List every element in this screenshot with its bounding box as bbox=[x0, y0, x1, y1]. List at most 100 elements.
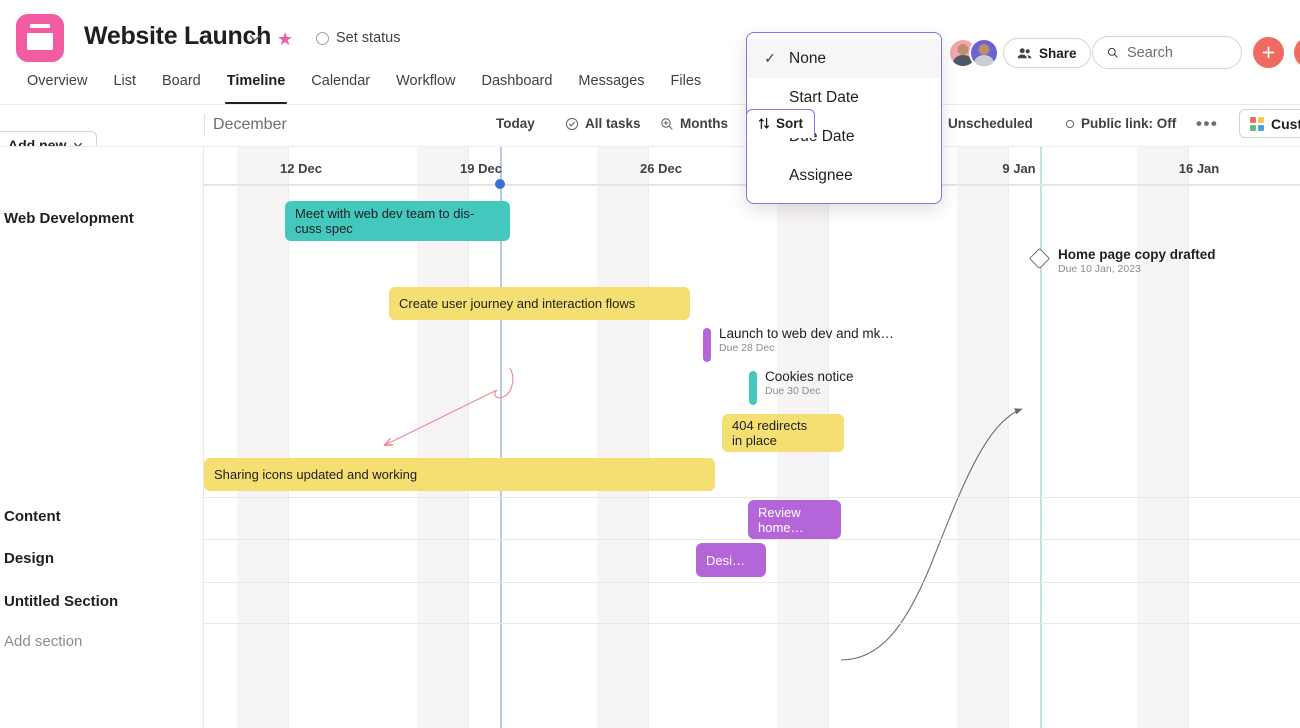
week-gridline bbox=[1188, 147, 1189, 728]
day-column bbox=[854, 147, 880, 728]
task-bar-label-line2: cuss spec bbox=[295, 221, 500, 236]
day-column bbox=[1240, 147, 1266, 728]
section-label-untitled-section[interactable]: Untitled Section bbox=[4, 593, 118, 610]
tab-list[interactable]: List bbox=[100, 72, 149, 102]
tab-dashboard[interactable]: Dashboard bbox=[468, 72, 565, 102]
day-column bbox=[905, 147, 931, 728]
date-tick-label: 9 Jan bbox=[1002, 161, 1035, 176]
tab-overview[interactable]: Overview bbox=[14, 72, 100, 102]
tab-timeline[interactable]: Timeline bbox=[214, 72, 299, 102]
milestone-line bbox=[1040, 147, 1042, 728]
task-stub[interactable]: Cookies noticeDue 30 Dec bbox=[749, 371, 757, 405]
day-column bbox=[957, 147, 983, 728]
milestone-name: Home page copy drafted bbox=[1058, 247, 1216, 263]
date-tick-label: 16 Jan bbox=[1179, 161, 1219, 176]
date-tick-label: 19 Dec bbox=[460, 161, 502, 176]
day-column bbox=[1034, 147, 1060, 728]
task-bar[interactable]: Create user journey and interaction flow… bbox=[389, 287, 690, 320]
check-circle-icon bbox=[565, 117, 579, 131]
star-icon[interactable]: ★ bbox=[277, 30, 293, 48]
day-column bbox=[1214, 147, 1240, 728]
day-column bbox=[880, 147, 906, 728]
task-due-date: Due 30 Dec bbox=[765, 385, 854, 398]
tab-messages[interactable]: Messages bbox=[565, 72, 657, 102]
all-tasks-label: All tasks bbox=[585, 116, 641, 131]
public-link-label: Public link: Off bbox=[1081, 116, 1176, 131]
task-bar[interactable]: Reviewhome… bbox=[748, 500, 841, 539]
timeline-toolbar: Add new December Today All tasks bbox=[0, 105, 1300, 146]
status-ring-icon bbox=[316, 32, 329, 45]
day-column bbox=[674, 147, 700, 728]
day-column bbox=[1162, 147, 1188, 728]
avatar-group bbox=[948, 38, 999, 68]
task-bar[interactable]: Desi… bbox=[696, 543, 766, 577]
day-column bbox=[982, 147, 1008, 728]
customize-label: Customize bbox=[1271, 116, 1300, 132]
timeline-grid bbox=[0, 147, 1300, 728]
task-name: Launch to web dev and mk… bbox=[719, 326, 894, 342]
task-bar[interactable]: 404 redirectsin place bbox=[722, 414, 844, 452]
search-box[interactable] bbox=[1092, 36, 1242, 69]
tab-board[interactable]: Board bbox=[149, 72, 214, 102]
day-column bbox=[1137, 147, 1163, 728]
month-label: December bbox=[213, 116, 287, 134]
task-stub-cap bbox=[749, 371, 757, 405]
months-label: Months bbox=[680, 116, 728, 131]
task-bar-label: Meet with web dev team to dis- bbox=[295, 206, 500, 221]
chevron-down-icon[interactable] bbox=[247, 30, 263, 46]
customize-button[interactable]: Customize bbox=[1239, 109, 1300, 138]
task-stub[interactable]: Launch to web dev and mk…Due 28 Dec bbox=[703, 328, 711, 362]
section-label-web-development[interactable]: Web Development bbox=[4, 210, 134, 227]
add-button[interactable] bbox=[1253, 37, 1284, 68]
unscheduled-button[interactable]: Unscheduled bbox=[948, 116, 1033, 131]
tab-workflow[interactable]: Workflow bbox=[383, 72, 468, 102]
day-column bbox=[1008, 147, 1034, 728]
date-tick-label: 26 Dec bbox=[640, 161, 682, 176]
day-column bbox=[211, 147, 237, 728]
task-due-date: Due 28 Dec bbox=[719, 342, 894, 355]
day-column bbox=[1265, 147, 1291, 728]
tab-calendar[interactable]: Calendar bbox=[298, 72, 383, 102]
set-status-button[interactable]: Set status bbox=[316, 30, 400, 46]
day-column bbox=[1291, 147, 1300, 728]
task-bar-label: Create user journey and interaction flow… bbox=[399, 296, 680, 311]
secondary-add-button[interactable] bbox=[1294, 37, 1300, 68]
share-label: Share bbox=[1039, 46, 1077, 61]
sort-option-none[interactable]: ✓None bbox=[747, 39, 941, 78]
circle-icon bbox=[1065, 119, 1075, 129]
today-button[interactable]: Today bbox=[496, 116, 535, 131]
task-name: Cookies notice bbox=[765, 369, 854, 385]
search-input[interactable] bbox=[1127, 45, 1227, 61]
months-zoom-button[interactable]: Months bbox=[660, 116, 728, 131]
sort-option-assignee[interactable]: Assignee bbox=[747, 156, 941, 195]
task-stub-label: Cookies noticeDue 30 Dec bbox=[765, 369, 854, 398]
more-options-button[interactable]: ••• bbox=[1196, 118, 1218, 130]
plus-icon bbox=[1262, 46, 1275, 59]
unscheduled-label: Unscheduled bbox=[948, 116, 1033, 131]
avatar[interactable] bbox=[969, 38, 999, 68]
day-column bbox=[1111, 147, 1137, 728]
section-label-add-section[interactable]: Add section bbox=[4, 633, 82, 650]
public-link-button[interactable]: Public link: Off bbox=[1065, 116, 1176, 131]
section-label-content[interactable]: Content bbox=[4, 508, 61, 525]
task-stub-label: Launch to web dev and mk…Due 28 Dec bbox=[719, 326, 894, 355]
sort-button[interactable]: Sort bbox=[746, 109, 815, 138]
task-bar-label: 404 redirects bbox=[732, 418, 834, 433]
share-button[interactable]: Share bbox=[1003, 38, 1091, 68]
sort-option-label: Start Date bbox=[789, 89, 859, 107]
section-label-design[interactable]: Design bbox=[4, 550, 54, 567]
zoom-icon bbox=[660, 117, 674, 131]
all-tasks-filter-button[interactable]: All tasks bbox=[565, 116, 641, 131]
day-column bbox=[571, 147, 597, 728]
today-label: Today bbox=[496, 116, 535, 131]
tab-files[interactable]: Files bbox=[658, 72, 715, 102]
day-column bbox=[545, 147, 571, 728]
task-stub-cap bbox=[703, 328, 711, 362]
people-icon bbox=[1017, 46, 1032, 61]
task-bar[interactable]: Meet with web dev team to dis-cuss spec bbox=[285, 201, 510, 241]
sort-option-label: None bbox=[789, 50, 826, 68]
task-bar-label-line2: in place bbox=[732, 433, 834, 448]
day-column bbox=[1085, 147, 1111, 728]
task-bar[interactable]: Sharing icons updated and working bbox=[204, 458, 715, 491]
search-icon bbox=[1107, 45, 1118, 60]
